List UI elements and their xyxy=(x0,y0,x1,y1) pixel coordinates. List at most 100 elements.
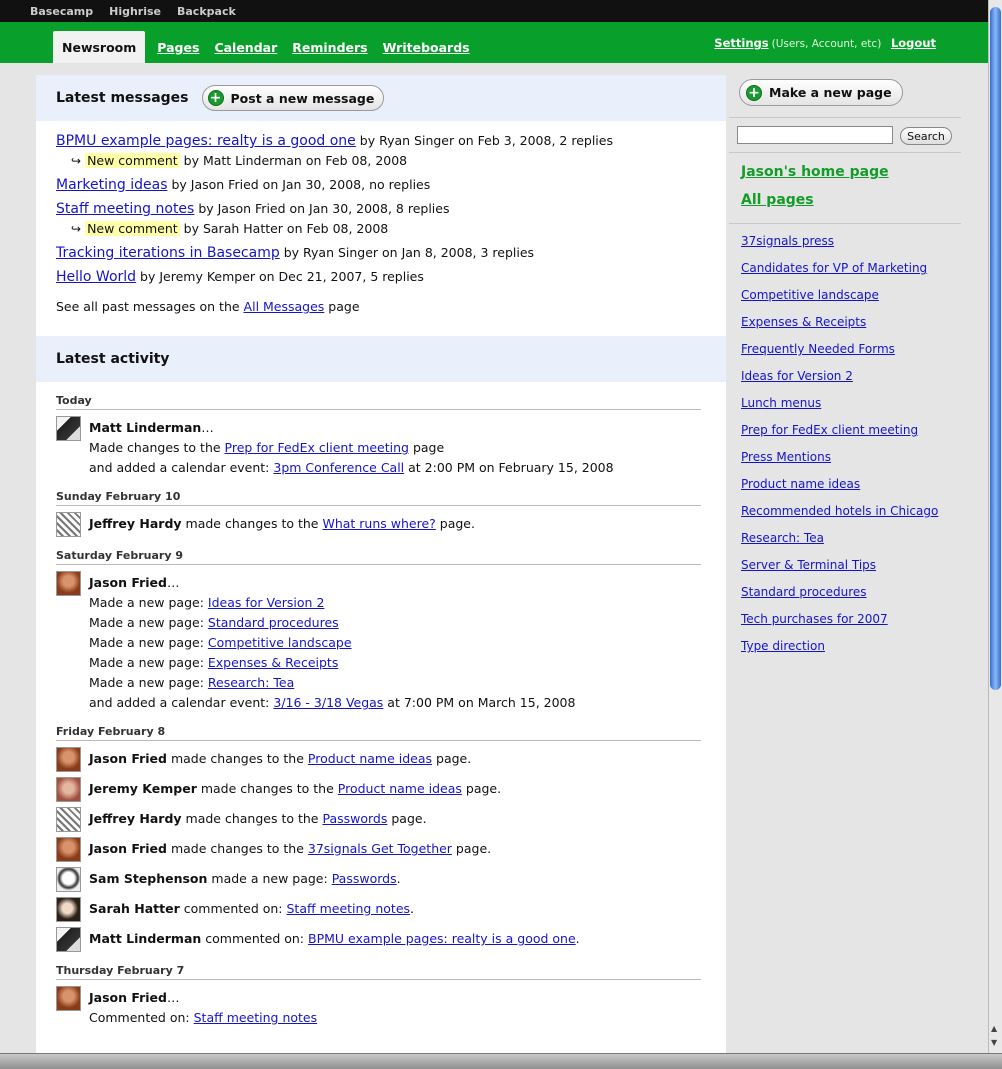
page-link[interactable]: Press Mentions xyxy=(741,450,831,464)
new-page-button[interactable]: + Make a new page xyxy=(739,79,903,106)
activity-link[interactable]: Expenses & Receipts xyxy=(208,655,338,670)
page-link[interactable]: Server & Terminal Tips xyxy=(741,558,876,572)
activity-prefix: made changes to the xyxy=(166,841,308,856)
page-link[interactable]: Prep for FedEx client meeting xyxy=(741,423,918,437)
message-title-link[interactable]: BPMU example pages: realty is a good one xyxy=(56,133,356,149)
tab-newsroom[interactable]: Newsroom xyxy=(53,31,146,63)
person-name: Matt Linderman xyxy=(89,931,202,946)
activity-suffix: . xyxy=(410,901,415,916)
page-link[interactable]: Tech purchases for 2007 xyxy=(741,612,888,626)
all-pages-link[interactable]: All pages xyxy=(741,192,814,208)
activity-link[interactable]: Ideas for Version 2 xyxy=(208,595,325,610)
day-heading: Saturday February 9 xyxy=(56,547,701,565)
message-title-link[interactable]: Staff meeting notes xyxy=(56,201,194,217)
person-name: Sarah Hatter xyxy=(89,901,180,916)
activity-prefix: commented on: xyxy=(201,931,308,946)
activity-link[interactable]: Competitive landscape xyxy=(208,635,352,650)
pages-list: 37signals press Candidates for VP of Mark… xyxy=(741,234,938,666)
new-comment-badge[interactable]: New comment xyxy=(85,221,180,236)
activity-prefix: Made a new page: xyxy=(89,675,208,690)
page-link[interactable]: Product name ideas xyxy=(741,477,860,491)
page-list-item: Tech purchases for 2007 xyxy=(741,612,938,639)
activity-link[interactable]: What runs where? xyxy=(322,516,435,531)
tab-reminders[interactable]: Reminders xyxy=(292,40,367,63)
sidebar: + Make a new page Search Jason's home pa… xyxy=(729,75,961,1053)
day-heading: Friday February 8 xyxy=(56,723,701,741)
activity-day: Saturday February 9 Jason Fried… Made a ne… xyxy=(56,547,701,713)
comment-meta: by Sarah Hatter on Feb 08, 2008 xyxy=(179,221,389,236)
activity-link[interactable]: Product name ideas xyxy=(308,751,432,766)
avatar xyxy=(56,897,81,922)
avatar xyxy=(56,927,81,952)
activity-link[interactable]: BPMU example pages: realty is a good one xyxy=(308,931,576,946)
scroll-down-icon[interactable]: ▼ xyxy=(991,1038,997,1047)
search-button[interactable]: Search xyxy=(900,127,952,145)
activity-text: Jeffrey Hardy made changes to the What r… xyxy=(89,512,475,534)
tab-pages[interactable]: Pages xyxy=(157,40,199,63)
page-list-item: Competitive landscape xyxy=(741,288,938,315)
message-title-link[interactable]: Hello World xyxy=(56,269,136,285)
reply-arrow-icon: ↪ xyxy=(71,222,82,236)
activity-entry: Jason Fried… Commented on: Staff meeting … xyxy=(56,986,701,1028)
home-page-link[interactable]: Jason's home page xyxy=(741,164,889,180)
product-link-basecamp[interactable]: Basecamp xyxy=(30,5,93,18)
activity-link[interactable]: 3pm Conference Call xyxy=(273,460,404,475)
activity-link[interactable]: Staff meeting notes xyxy=(287,901,411,916)
activity-text: Jeffrey Hardy made changes to the Passwo… xyxy=(89,807,427,829)
page-link[interactable]: Candidates for VP of Marketing xyxy=(741,261,927,275)
activity-text: Jeremy Kemper made changes to the Produc… xyxy=(89,777,501,799)
vertical-scrollbar[interactable]: ▲ ▼ xyxy=(988,0,1002,1053)
page-list-item: Ideas for Version 2 xyxy=(741,369,938,396)
person-name: Jason Fried xyxy=(89,751,167,766)
activity-link[interactable]: Product name ideas xyxy=(338,781,462,796)
new-comment-badge[interactable]: New comment xyxy=(85,153,180,168)
page-link[interactable]: 37signals press xyxy=(741,234,834,248)
logout-link[interactable]: Logout xyxy=(891,36,936,50)
new-comment-row: ↪ New comment by Matt Linderman on Feb 08… xyxy=(71,153,706,169)
person-name: Matt Linderman xyxy=(89,420,202,435)
search-input[interactable] xyxy=(737,126,893,144)
message-title-link[interactable]: Marketing ideas xyxy=(56,177,168,193)
activity-suffix: page. xyxy=(461,781,502,796)
scroll-up-icon[interactable]: ▲ xyxy=(991,1024,997,1033)
product-link-highrise[interactable]: Highrise xyxy=(109,5,161,18)
activity-link[interactable]: Prep for FedEx client meeting xyxy=(225,440,409,455)
activity-link[interactable]: Staff meeting notes xyxy=(194,1010,318,1025)
activity-prefix: Made a new page: xyxy=(89,655,208,670)
activity-link[interactable]: Passwords xyxy=(322,811,387,826)
avatar xyxy=(56,986,81,1011)
tab-calendar[interactable]: Calendar xyxy=(214,40,277,63)
activity-entry: Sarah Hatter commented on: Staff meeting… xyxy=(56,897,701,922)
page-link[interactable]: Standard procedures xyxy=(741,585,867,599)
scroll-thumb[interactable] xyxy=(990,7,1001,690)
message-title-link[interactable]: Tracking iterations in Basecamp xyxy=(56,245,280,261)
page-list-item: Type direction xyxy=(741,639,938,666)
post-message-button[interactable]: + Post a new message xyxy=(201,85,385,111)
page-list-item: Research: Tea xyxy=(741,531,938,558)
activity-link[interactable]: Research: Tea xyxy=(208,675,294,690)
tab-writeboards[interactable]: Writeboards xyxy=(383,40,470,63)
page-list-item: 37signals press xyxy=(741,234,938,261)
activity-link[interactable]: Passwords xyxy=(332,871,397,886)
account-links: Settings (Users, Account, etc) Logout xyxy=(714,36,936,50)
page-link[interactable]: Type direction xyxy=(741,639,825,653)
page-link[interactable]: Research: Tea xyxy=(741,531,824,545)
activity-link[interactable]: 37signals Get Together xyxy=(308,841,452,856)
page-list-item: Standard procedures xyxy=(741,585,938,612)
nav-tabs: Newsroom Pages Calendar Reminders Writeb… xyxy=(53,31,485,63)
product-bar: Basecamp Highrise Backpack xyxy=(0,0,988,22)
settings-link[interactable]: Settings xyxy=(714,36,768,50)
product-link-backpack[interactable]: Backpack xyxy=(177,5,236,18)
page-link[interactable]: Frequently Needed Forms xyxy=(741,342,895,356)
page-link[interactable]: Expenses & Receipts xyxy=(741,315,866,329)
all-messages-link[interactable]: All Messages xyxy=(244,299,325,314)
page-link[interactable]: Lunch menus xyxy=(741,396,821,410)
page-link[interactable]: Ideas for Version 2 xyxy=(741,369,853,383)
activity-prefix: Made a new page: xyxy=(89,615,208,630)
activity-line: Made a new page: Research: Tea xyxy=(89,673,575,693)
activity-link[interactable]: 3/16 - 3/18 Vegas xyxy=(273,695,383,710)
activity-link[interactable]: Standard procedures xyxy=(208,615,339,630)
page-link[interactable]: Competitive landscape xyxy=(741,288,879,302)
activity-text: Jason Fried made changes to the 37signal… xyxy=(89,837,491,859)
page-link[interactable]: Recommended hotels in Chicago xyxy=(741,504,938,518)
